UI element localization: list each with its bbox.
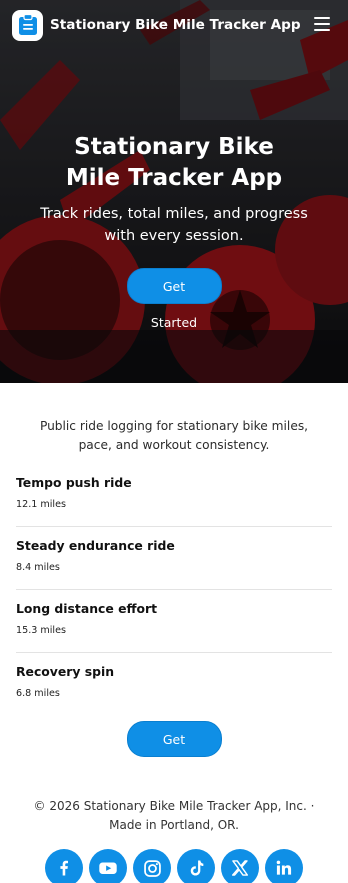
instagram-icon[interactable] <box>133 849 171 883</box>
tiktok-icon[interactable] <box>177 849 215 883</box>
social-links <box>16 849 332 883</box>
hero-subtitle: Track rides, total miles, and progress w… <box>40 206 308 244</box>
intro-text: Public ride logging for stationary bike … <box>39 419 309 452</box>
youtube-glyph <box>99 862 117 874</box>
hero-content: Stationary Bike Mile Tracker App Track r… <box>0 132 348 331</box>
ride-title: Tempo push ride <box>16 475 132 490</box>
clipboard-list-icon <box>18 14 37 35</box>
main-content: Public ride logging for stationary bike … <box>0 417 348 883</box>
x-icon[interactable] <box>221 849 259 883</box>
ride-item[interactable]: Recovery spin 6.8 miles <box>16 653 332 715</box>
ride-title: Steady endurance ride <box>16 538 175 553</box>
menu-line <box>314 29 330 31</box>
ride-title: Recovery spin <box>16 664 115 679</box>
ride-miles: 6.8 miles <box>16 688 60 699</box>
get-started-button[interactable]: Get Started <box>126 721 222 783</box>
footer-copyright: © 2026 Stationary Bike Mile Tracker App,… <box>33 799 315 832</box>
ride-list: Tempo push ride 12.1 miles Steady endura… <box>16 464 332 715</box>
app-logo[interactable] <box>12 9 43 41</box>
hero-section: Stationary Bike Mile Tracker App Station… <box>0 0 348 383</box>
instagram-glyph <box>143 859 161 877</box>
ride-title: Long distance effort <box>16 601 158 616</box>
youtube-icon[interactable] <box>89 849 127 883</box>
ride-item[interactable]: Steady endurance ride 8.4 miles <box>16 527 332 590</box>
brand-name[interactable]: Stationary Bike Mile Tracker App <box>50 17 301 33</box>
linkedin-glyph <box>276 860 292 875</box>
hamburger-menu-icon[interactable] <box>314 16 330 32</box>
facebook-icon[interactable] <box>45 849 83 883</box>
menu-line <box>314 23 330 25</box>
ride-miles: 8.4 miles <box>16 562 60 573</box>
cta-section: Get Started <box>16 721 332 784</box>
ride-miles: 12.1 miles <box>16 499 66 510</box>
ride-miles: 15.3 miles <box>16 625 66 636</box>
top-navigation-bar: Stationary Bike Mile Tracker App <box>0 0 348 50</box>
ride-item[interactable]: Tempo push ride 12.1 miles <box>16 464 332 527</box>
x-glyph <box>231 860 249 876</box>
ride-item[interactable]: Long distance effort 15.3 miles <box>16 590 332 653</box>
menu-line <box>314 17 330 19</box>
facebook-glyph <box>60 860 68 876</box>
hero-get-started-button[interactable]: Get Started <box>126 268 222 330</box>
linkedin-icon[interactable] <box>265 849 303 883</box>
tiktok-glyph <box>190 860 204 876</box>
hero-title: Stationary Bike Mile Tracker App <box>65 134 283 191</box>
